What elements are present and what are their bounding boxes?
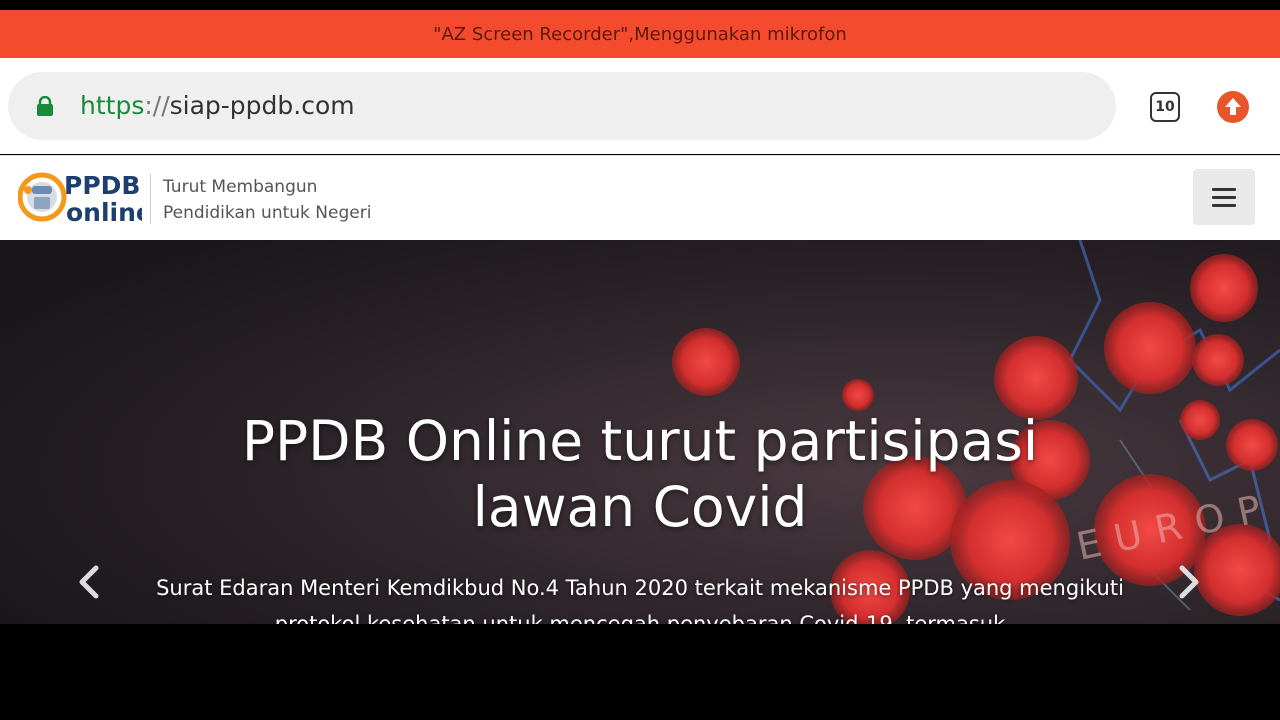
screen-recorder-banner: "AZ Screen Recorder",Menggunakan mikrofo… [0, 10, 1280, 58]
carousel-next-arrow-icon[interactable] [1168, 562, 1208, 602]
address-bar[interactable]: https://siap-ppdb.com [8, 72, 1116, 140]
bottom-letterbox [0, 624, 1280, 720]
tagline-line-1: Turut Membangun [163, 177, 318, 197]
hero-title: PPDB Online turut partisipasi lawan Covi… [140, 408, 1140, 540]
url-text[interactable]: https://siap-ppdb.com [80, 72, 355, 140]
hero-title-line-2: lawan Covid [472, 475, 808, 539]
hamburger-menu-button[interactable] [1193, 169, 1255, 225]
hero-title-line-1: PPDB Online turut partisipasi [241, 409, 1039, 473]
menu-icon-bar [1212, 203, 1236, 207]
ppdb-online-logo[interactable]: PPDB online [18, 166, 142, 228]
menu-icon-bar [1212, 195, 1236, 199]
logo-text-online: online [66, 198, 142, 227]
status-strip [0, 0, 1280, 10]
tab-count: 10 [1155, 99, 1175, 115]
carousel-prev-arrow-icon[interactable] [70, 562, 110, 602]
site-header: PPDB online Turut Membangun Pendidikan u… [0, 155, 1280, 241]
tab-switcher-button[interactable]: 10 [1150, 92, 1180, 122]
logo-text-ppdb: PPDB [64, 171, 140, 200]
site-tagline: Turut Membangun Pendidikan untuk Negeri [150, 174, 371, 224]
menu-icon-bar [1212, 187, 1236, 191]
hero-description: Surat Edaran Menteri Kemdikbud No.4 Tahu… [156, 576, 1124, 624]
url-scheme: https [80, 91, 145, 120]
recorder-banner-text: "AZ Screen Recorder",Menggunakan mikrofo… [433, 23, 847, 45]
upload-icon[interactable] [1217, 91, 1249, 123]
lock-icon [37, 96, 53, 116]
url-host: siap-ppdb.com [169, 91, 355, 120]
tagline-line-2: Pendidikan untuk Negeri [163, 203, 372, 223]
browser-toolbar: https://siap-ppdb.com 10 [0, 58, 1280, 154]
url-separator: :// [144, 91, 170, 120]
hero-carousel[interactable]: EUROP PPDB Online turut partisipasi lawa… [0, 240, 1280, 624]
